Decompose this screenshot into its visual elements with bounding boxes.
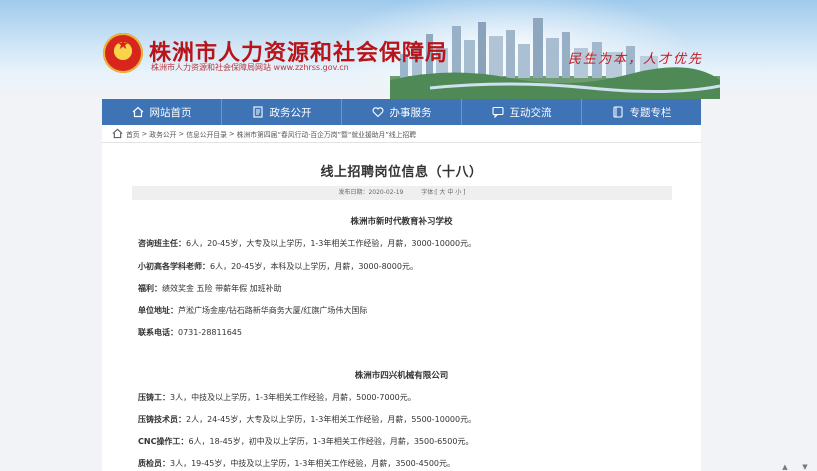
job-line: 小初高各学科老师：6人，20-45岁，本科及以上学历，月薪，3000-8000元… bbox=[138, 261, 418, 272]
job-line: 压铸工：3人，中技及以上学历，1-3年相关工作经验，月薪，5000-7000元。 bbox=[138, 392, 416, 403]
breadcrumb-separator: > bbox=[178, 129, 185, 138]
nav-item-label: 网站首页 bbox=[149, 106, 192, 119]
font-size-control[interactable]: 字体:[ 大 中 小 ] bbox=[421, 189, 465, 196]
nav-item-label: 互动交流 bbox=[509, 106, 552, 119]
breadcrumb-item-current[interactable]: 株洲市第四届“春风行动·百企万岗”暨“就业援助月”线上招聘 bbox=[237, 129, 416, 139]
article-title: 线上招聘岗位信息（十八） bbox=[320, 165, 483, 180]
breadcrumb: 首页 > 政务公开 > 信息公开目录 > 株洲市第四届“春风行动·百企万岗”暨“… bbox=[102, 125, 701, 143]
job-line: 咨询班主任：6人，20-45岁，大专及以上学历，1-3年相关工作经验，月薪，30… bbox=[138, 238, 476, 249]
main-nav: 网站首页 政务公开 办事服务 互动交流 专题专栏 bbox=[102, 99, 701, 125]
nav-item-gov-affairs[interactable]: 政务公开 bbox=[222, 99, 342, 125]
job-detail: 6人，20-45岁，大专及以上学历，1-3年相关工作经验，月薪，3000-100… bbox=[186, 239, 477, 248]
job-label: 压铸技术员： bbox=[138, 415, 186, 424]
nav-item-interaction[interactable]: 互动交流 bbox=[462, 99, 582, 125]
info-line: 单位地址：芦淞广场金座/钻石路新华商务大厦/红旗广场伟大国际 bbox=[138, 305, 367, 316]
breadcrumb-item-catalog[interactable]: 信息公开目录 bbox=[186, 129, 227, 139]
scroll-down-icon[interactable]: ▼ bbox=[802, 463, 807, 471]
book-icon bbox=[612, 106, 623, 118]
home-icon bbox=[132, 106, 143, 118]
publish-date: 发布日期：2020-02-19 bbox=[338, 189, 404, 196]
info-label: 联系电话： bbox=[138, 328, 178, 337]
info-line: 福利：绩效奖金 五险 带薪年假 加班补助 bbox=[138, 283, 282, 294]
job-detail: 6人，18-45岁，初中及以上学历，1-3年相关工作经验，月薪，3500-650… bbox=[188, 437, 474, 446]
company-name: 株洲市新时代教育补习学校 bbox=[350, 217, 453, 227]
info-label: 单位地址： bbox=[138, 306, 178, 315]
job-detail: 2人，24-45岁，大专及以上学历，1-3年相关工作经验，月薪，5500-100… bbox=[186, 415, 477, 424]
header-banner: 株洲市人力资源和社会保障局 株洲市人力资源和社会保障局网站 www.zzhrss… bbox=[0, 0, 817, 99]
site-slogan: 民生为本，人才优先 bbox=[568, 52, 704, 67]
job-label: 压铸工： bbox=[138, 393, 170, 402]
article-content: 线上招聘岗位信息（十八） 发布日期：2020-02-19 字体:[ 大 中 小 … bbox=[102, 143, 701, 471]
scroll-control[interactable]: ▲ ▼ bbox=[775, 463, 815, 471]
home-icon bbox=[112, 128, 123, 139]
heart-icon bbox=[372, 107, 383, 118]
info-detail: 0731-28811645 bbox=[178, 328, 242, 337]
breadcrumb-item-gov-affairs[interactable]: 政务公开 bbox=[149, 129, 176, 139]
nav-item-services[interactable]: 办事服务 bbox=[342, 99, 462, 125]
job-detail: 6人，20-45岁，本科及以上学历，月薪，3000-8000元。 bbox=[210, 262, 418, 271]
chat-icon bbox=[491, 106, 504, 118]
scroll-up-icon[interactable]: ▲ bbox=[782, 463, 787, 471]
national-emblem-icon bbox=[103, 33, 143, 73]
document-icon bbox=[252, 106, 263, 118]
site-subtitle: 株洲市人力资源和社会保障局网站 www.zzhrss.gov.cn bbox=[151, 63, 349, 72]
info-detail: 芦淞广场金座/钻石路新华商务大厦/红旗广场伟大国际 bbox=[178, 306, 368, 315]
job-detail: 3人，19-45岁，中技及以上学历，1-3年相关工作经验，月薪，3500-450… bbox=[170, 459, 456, 468]
company-name: 株洲市四兴机械有限公司 bbox=[354, 371, 449, 381]
job-line: 质检员：3人，19-45岁，中技及以上学历，1-3年相关工作经验，月薪，3500… bbox=[138, 458, 455, 469]
nav-item-label: 专题专栏 bbox=[629, 106, 672, 119]
job-label: 咨询班主任： bbox=[138, 239, 186, 248]
nav-item-home[interactable]: 网站首页 bbox=[102, 99, 222, 125]
breadcrumb-item-home[interactable]: 首页 bbox=[126, 129, 140, 139]
nav-item-label: 办事服务 bbox=[389, 106, 432, 119]
article-meta: 发布日期：2020-02-19 字体:[ 大 中 小 ] bbox=[132, 186, 672, 200]
info-label: 福利： bbox=[138, 284, 162, 293]
job-label: 质检员： bbox=[138, 459, 170, 468]
breadcrumb-separator: > bbox=[228, 129, 235, 138]
job-line: CNC操作工：6人，18-45岁，初中及以上学历，1-3年相关工作经验，月薪，3… bbox=[138, 436, 473, 447]
job-detail: 3人，中技及以上学历，1-3年相关工作经验，月薪，5000-7000元。 bbox=[170, 393, 416, 402]
breadcrumb-separator: > bbox=[141, 129, 148, 138]
nav-item-special-topics[interactable]: 专题专栏 bbox=[582, 99, 701, 125]
info-detail: 绩效奖金 五险 带薪年假 加班补助 bbox=[162, 284, 282, 293]
job-label: 小初高各学科老师： bbox=[138, 262, 210, 271]
info-line: 联系电话：0731-28811645 bbox=[138, 327, 242, 338]
job-line: 压铸技术员：2人，24-45岁，大专及以上学历，1-3年相关工作经验，月薪，55… bbox=[138, 414, 476, 425]
job-label: CNC操作工： bbox=[138, 437, 189, 446]
nav-item-label: 政务公开 bbox=[269, 106, 312, 119]
